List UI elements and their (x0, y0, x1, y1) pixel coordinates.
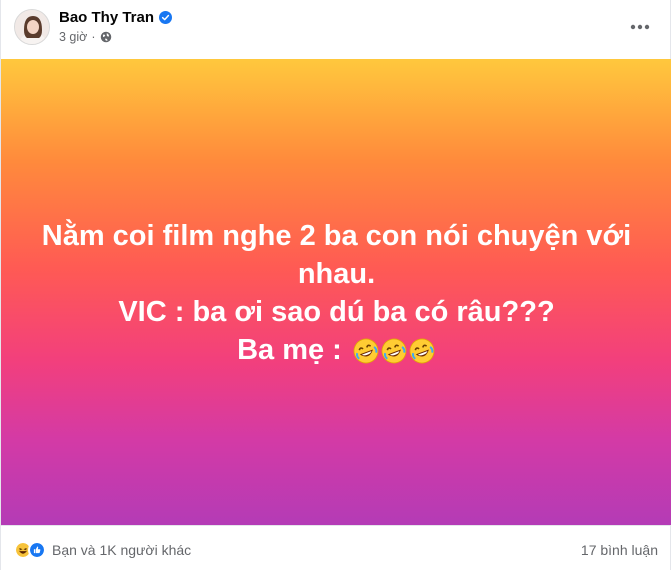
post-header: Bao Thy Tran 3 giờ · (1, 0, 670, 58)
post-time[interactable]: 3 giờ (59, 30, 87, 44)
post-content: Nằm coi film nghe 2 ba con nói chuyện vớ… (1, 217, 671, 369)
reaction-summary[interactable]: Bạn và 1K người khác (14, 541, 191, 559)
avatar[interactable] (14, 9, 50, 45)
post-footer: Bạn và 1K người khác 17 bình luận (1, 525, 670, 570)
post-content-line-4-text: Ba mẹ : (237, 334, 342, 366)
comment-count[interactable]: 17 bình luận (581, 542, 658, 558)
author-name-text[interactable]: Bao Thy Tran (59, 9, 154, 26)
more-options-button[interactable] (626, 13, 654, 41)
post-content-line-1: Nằm coi film nghe 2 ba con nói chuyện vớ… (41, 220, 632, 252)
globe-icon[interactable] (100, 31, 112, 43)
avatar-image (15, 10, 49, 44)
rofl-emoji-icon (381, 338, 407, 364)
more-horizontal-icon (630, 24, 650, 30)
post-meta: 3 giờ · (59, 30, 112, 44)
reaction-count-text[interactable]: Bạn và 1K người khác (52, 542, 191, 558)
like-reaction-icon (28, 541, 46, 559)
post-content-line-2: nhau. (297, 258, 376, 290)
meta-separator: · (91, 30, 96, 44)
post-content-line-3: VIC : ba ơi sao dú ba có râu??? (118, 296, 555, 328)
facebook-post: Bao Thy Tran 3 giờ · Nằm coi film nghe 2 (0, 0, 671, 570)
post-content-line-4: Ba mẹ : (1, 331, 671, 369)
post-text-background: Nằm coi film nghe 2 ba con nói chuyện vớ… (1, 59, 671, 525)
author-name[interactable]: Bao Thy Tran (59, 9, 173, 26)
laughing-emojis (352, 337, 436, 365)
verified-badge-icon (159, 11, 173, 24)
rofl-emoji-icon (353, 338, 379, 364)
rofl-emoji-icon (409, 338, 435, 364)
